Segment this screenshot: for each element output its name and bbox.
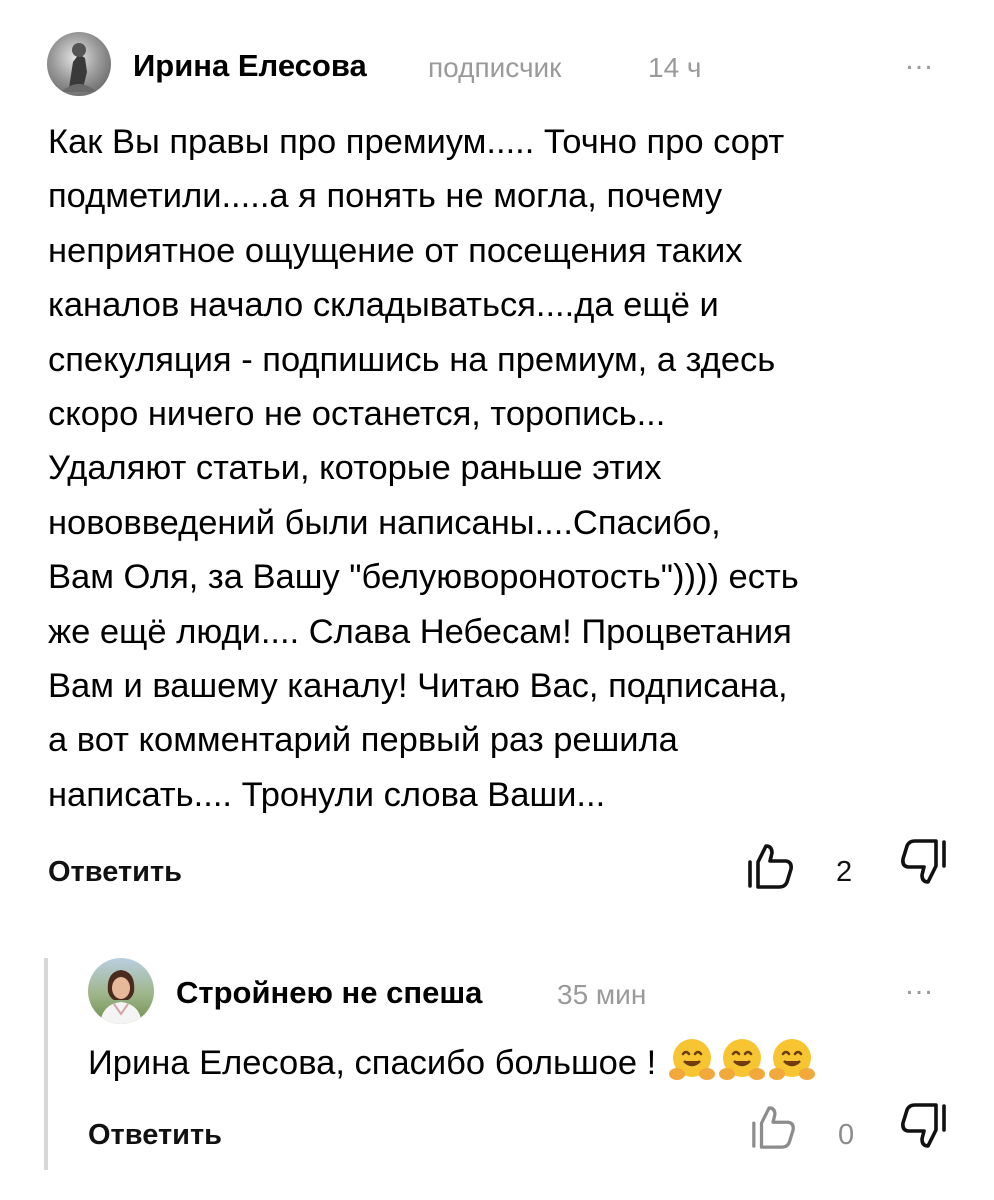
dislike-icon[interactable] — [898, 838, 950, 888]
reply-reply-button[interactable]: Ответить — [88, 1119, 222, 1152]
more-options-icon[interactable]: … — [904, 45, 936, 75]
comment-time: 14 ч — [648, 52, 702, 83]
hugging-face-icon — [768, 1036, 816, 1084]
hugging-face-icon — [668, 1036, 716, 1084]
comment-text: Как Вы правы про премиум..... Точно про … — [48, 123, 799, 814]
avatar-photo-icon — [100, 970, 142, 1024]
reply-like-icon[interactable] — [748, 1104, 798, 1150]
thread-line — [44, 958, 48, 1170]
reply-dislike-icon[interactable] — [898, 1102, 950, 1152]
avatar-photo-icon — [61, 43, 97, 92]
reply-like-count: 0 — [838, 1119, 855, 1151]
reply-text: Ирина Елесова, спасибо большое ! — [88, 1044, 657, 1082]
author-role: подписчик — [428, 52, 562, 83]
reply-author-avatar[interactable] — [88, 958, 154, 1024]
author-name[interactable]: Ирина Елесова — [133, 48, 367, 84]
reply-author-name[interactable]: Стройнею не спеша — [176, 975, 482, 1011]
author-avatar[interactable] — [47, 32, 111, 96]
like-icon[interactable] — [744, 842, 796, 890]
like-count: 2 — [836, 856, 853, 888]
reply-more-options-icon[interactable]: … — [904, 970, 936, 1000]
reply-button[interactable]: Ответить — [48, 856, 182, 889]
hugging-face-icon — [718, 1036, 766, 1084]
reply-text-row: Ирина Елесова, спасибо большое ! — [88, 1036, 816, 1090]
reply-time: 35 мин — [557, 979, 647, 1010]
